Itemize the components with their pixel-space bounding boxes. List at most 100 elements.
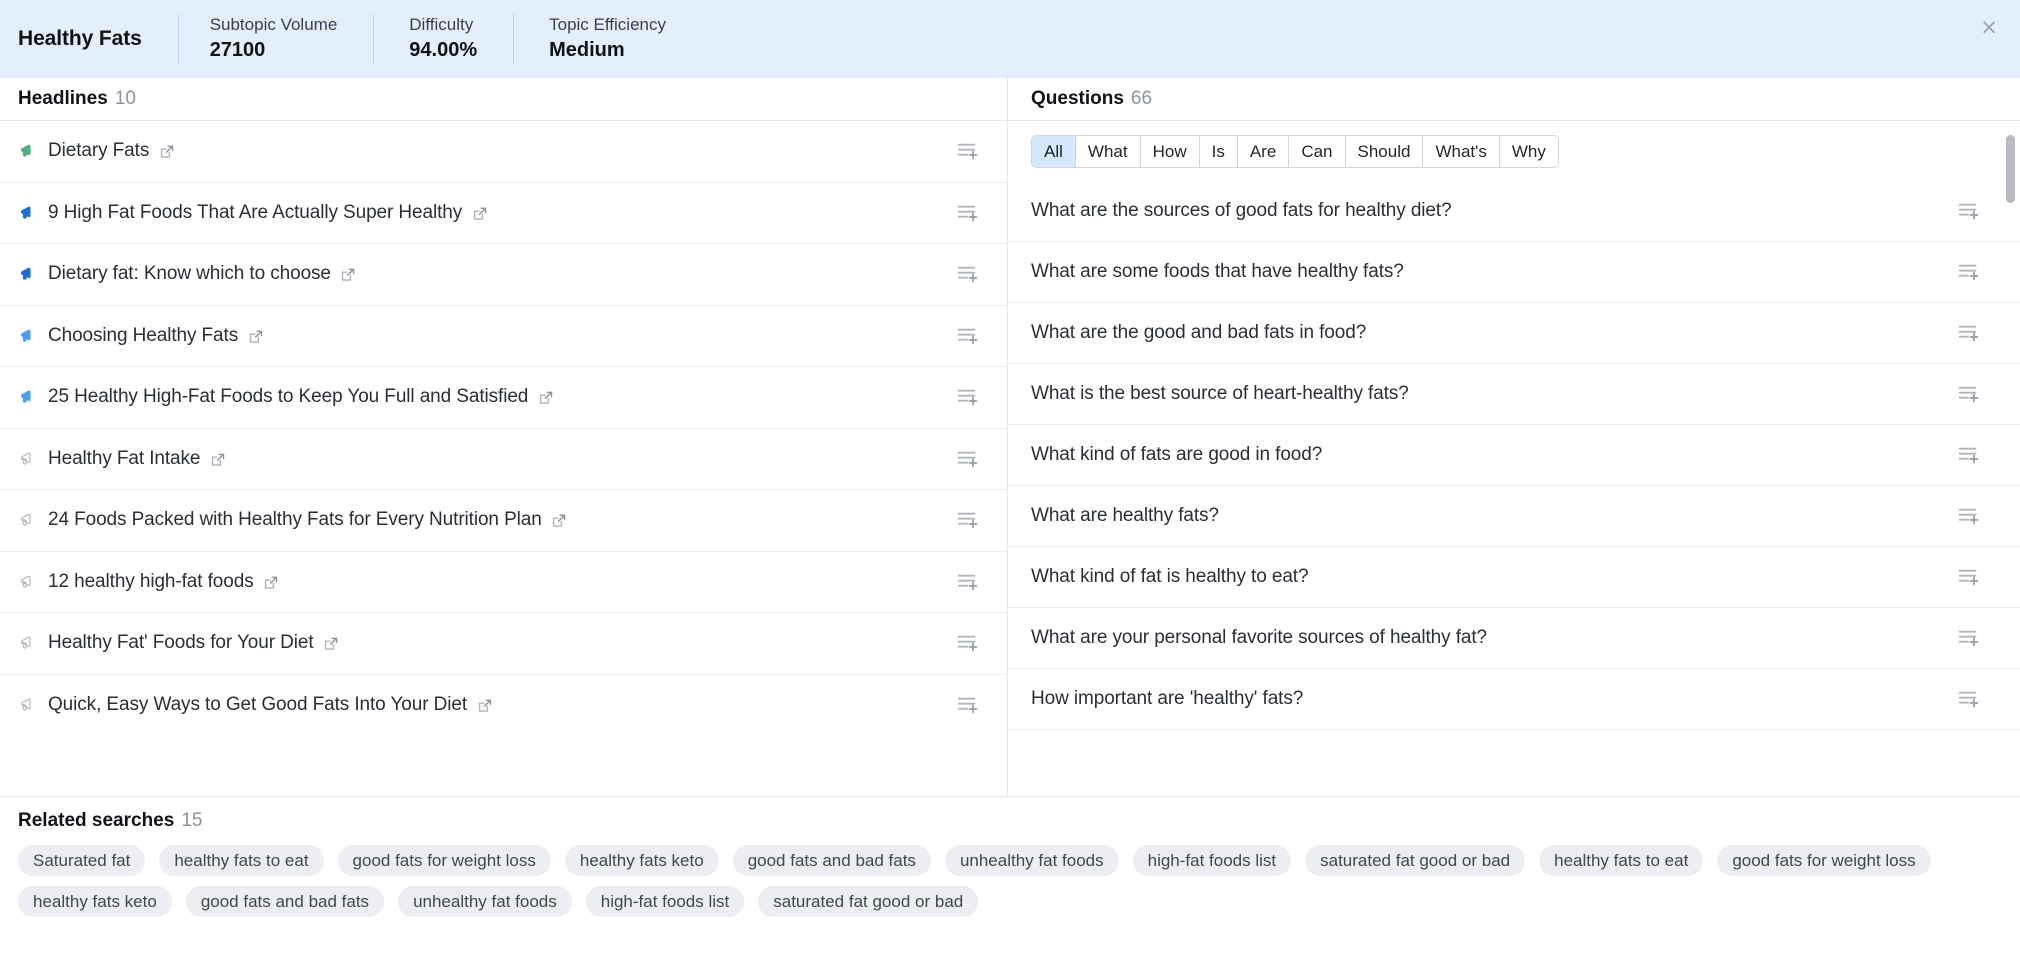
question-filter-whats[interactable]: What's (1423, 136, 1499, 167)
related-searches-header: Related searches15 (18, 810, 2020, 832)
question-row[interactable]: What are the good and bad fats in food? (1008, 303, 2020, 364)
question-text: What kind of fats are good in food? (1031, 444, 1322, 466)
headlines-panel: Headlines 10 Dietary Fats9 High Fat Food… (0, 78, 1007, 796)
headline-title: Choosing Healthy Fats (48, 325, 238, 347)
question-filter-can[interactable]: Can (1289, 136, 1345, 167)
question-row[interactable]: What are some foods that have healthy fa… (1008, 242, 2020, 303)
headline-row[interactable]: Healthy Fat' Foods for Your Diet (0, 613, 1007, 675)
question-filter-should[interactable]: Should (1346, 136, 1424, 167)
headline-row[interactable]: Quick, Easy Ways to Get Good Fats Into Y… (0, 675, 1007, 737)
related-search-tag[interactable]: good fats and bad fats (733, 845, 931, 876)
headline-row[interactable]: 9 High Fat Foods That Are Actually Super… (0, 183, 1007, 245)
external-link-icon[interactable] (471, 205, 488, 222)
metric-topic-efficiency: Topic Efficiency Medium (513, 14, 702, 64)
question-row[interactable]: How important are 'healthy' fats? (1008, 669, 2020, 730)
related-search-tag[interactable]: saturated fat good or bad (1305, 845, 1525, 876)
headline-title: Healthy Fat' Foods for Your Diet (48, 632, 314, 654)
related-search-tag[interactable]: good fats for weight loss (1717, 845, 1930, 876)
question-row[interactable]: What kind of fats are good in food? (1008, 425, 2020, 486)
add-to-list-icon[interactable] (1956, 626, 1982, 650)
question-filter-all[interactable]: All (1032, 136, 1076, 167)
question-row[interactable]: What are the sources of good fats for he… (1008, 181, 2020, 242)
external-link-icon[interactable] (247, 328, 264, 345)
related-search-tag[interactable]: saturated fat good or bad (758, 886, 978, 917)
related-searches-count: 15 (181, 810, 202, 831)
related-search-tag[interactable]: unhealthy fat foods (398, 886, 572, 917)
related-search-tag[interactable]: healthy fats to eat (1539, 845, 1703, 876)
add-to-list-icon[interactable] (955, 693, 981, 717)
question-row[interactable]: What kind of fat is healthy to eat? (1008, 547, 2020, 608)
related-search-tag[interactable]: unhealthy fat foods (945, 845, 1119, 876)
headline-row[interactable]: Dietary Fats (0, 121, 1007, 183)
add-to-list-icon[interactable] (1956, 565, 1982, 589)
question-row[interactable]: What are your personal favorite sources … (1008, 608, 2020, 669)
headline-row[interactable]: 25 Healthy High-Fat Foods to Keep You Fu… (0, 367, 1007, 429)
question-filter-is[interactable]: Is (1200, 136, 1238, 167)
add-to-list-icon[interactable] (1956, 382, 1982, 406)
question-text: What are some foods that have healthy fa… (1031, 261, 1404, 283)
add-to-list-icon[interactable] (955, 139, 981, 163)
external-link-icon[interactable] (263, 574, 280, 591)
related-search-tag[interactable]: high-fat foods list (586, 886, 745, 917)
questions-panel-header: Questions 66 (1008, 78, 2020, 121)
related-search-tag[interactable]: high-fat foods list (1133, 845, 1292, 876)
add-to-list-icon[interactable] (955, 262, 981, 286)
add-to-list-icon[interactable] (955, 508, 981, 532)
related-search-tag[interactable]: good fats for weight loss (338, 845, 551, 876)
headline-title: 24 Foods Packed with Healthy Fats for Ev… (48, 509, 542, 531)
external-link-icon[interactable] (551, 513, 568, 530)
add-to-list-icon[interactable] (955, 201, 981, 225)
related-search-tag[interactable]: Saturated fat (18, 845, 145, 876)
add-to-list-icon[interactable] (1956, 321, 1982, 345)
megaphone-icon (18, 202, 40, 224)
add-to-list-icon[interactable] (1956, 199, 1982, 223)
add-to-list-icon[interactable] (1956, 687, 1982, 711)
question-filter-how[interactable]: How (1141, 136, 1200, 167)
question-row[interactable]: What is the best source of heart-healthy… (1008, 364, 2020, 425)
related-search-tag[interactable]: healthy fats keto (565, 845, 719, 876)
megaphone-icon (18, 509, 40, 531)
external-link-icon[interactable] (158, 144, 175, 161)
questions-title: Questions (1031, 88, 1124, 110)
headline-row[interactable]: Dietary fat: Know which to choose (0, 244, 1007, 306)
metric-difficulty: Difficulty 94.00% (373, 14, 513, 64)
headline-row[interactable]: Healthy Fat Intake (0, 429, 1007, 491)
megaphone-icon (18, 571, 40, 593)
headline-title: Dietary fat: Know which to choose (48, 263, 331, 285)
add-to-list-icon[interactable] (955, 447, 981, 471)
external-link-icon[interactable] (476, 698, 493, 715)
add-to-list-icon[interactable] (1956, 504, 1982, 528)
add-to-list-icon[interactable] (955, 324, 981, 348)
question-filter-why[interactable]: Why (1500, 136, 1558, 167)
page-title: Healthy Fats (18, 27, 178, 51)
headline-row[interactable]: Choosing Healthy Fats (0, 306, 1007, 368)
related-search-tag[interactable]: healthy fats keto (18, 886, 172, 917)
add-to-list-icon[interactable] (955, 570, 981, 594)
question-filter-what[interactable]: What (1076, 136, 1141, 167)
add-to-list-icon[interactable] (1956, 443, 1982, 467)
headline-title: Healthy Fat Intake (48, 448, 200, 470)
add-to-list-icon[interactable] (1956, 260, 1982, 284)
questions-scrollbar-thumb[interactable] (2006, 135, 2015, 203)
related-search-tag[interactable]: good fats and bad fats (186, 886, 384, 917)
close-icon[interactable]: × (1976, 14, 2002, 40)
metric-label: Subtopic Volume (210, 14, 338, 37)
headlines-title: Headlines (18, 88, 108, 110)
headlines-list: Dietary Fats9 High Fat Foods That Are Ac… (0, 121, 1007, 736)
question-text: What are your personal favorite sources … (1031, 627, 1487, 649)
external-link-icon[interactable] (537, 390, 554, 407)
external-link-icon[interactable] (209, 451, 226, 468)
external-link-icon[interactable] (323, 636, 340, 653)
headline-row[interactable]: 12 healthy high-fat foods (0, 552, 1007, 614)
questions-count: 66 (1131, 88, 1152, 110)
related-search-tag[interactable]: healthy fats to eat (159, 845, 323, 876)
add-to-list-icon[interactable] (955, 385, 981, 409)
headline-row[interactable]: 24 Foods Packed with Healthy Fats for Ev… (0, 490, 1007, 552)
question-filter-group[interactable]: AllWhatHowIsAreCanShouldWhat'sWhy (1031, 135, 1559, 168)
external-link-icon[interactable] (340, 267, 357, 284)
question-filter-are[interactable]: Are (1238, 136, 1289, 167)
megaphone-icon (18, 632, 40, 654)
question-row[interactable]: What are healthy fats? (1008, 486, 2020, 547)
question-text: What kind of fat is healthy to eat? (1031, 566, 1308, 588)
add-to-list-icon[interactable] (955, 631, 981, 655)
